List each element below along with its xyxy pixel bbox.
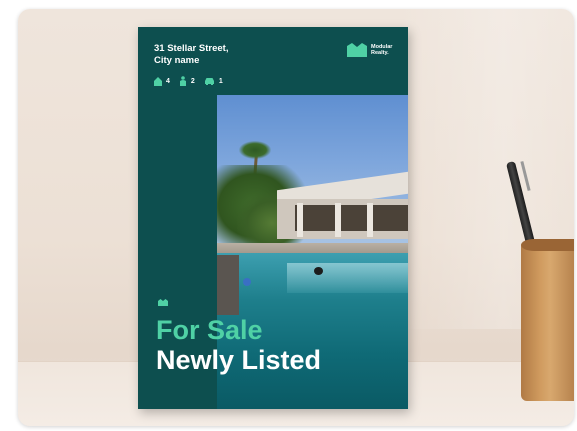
house-column <box>335 203 341 237</box>
brand-name: Modular Realty. <box>371 44 392 56</box>
real-estate-poster: 31 Stellar Street, City name 4 2 1 Modul… <box>138 27 408 409</box>
cup-rim <box>521 239 574 251</box>
house-column <box>297 203 303 237</box>
bathrooms-stat: 2 <box>179 76 195 86</box>
property-stats: 4 2 1 <box>154 75 223 87</box>
car-icon <box>204 78 214 85</box>
headline-for-sale: For Sale <box>156 315 263 345</box>
brand-line-2: Realty. <box>371 50 389 56</box>
pool-wall <box>217 255 239 315</box>
address-line-2: City name <box>154 55 200 66</box>
property-address: 31 Stellar Street, City name <box>154 43 304 67</box>
mockup-scene: 31 Stellar Street, City name 4 2 1 Modul… <box>18 9 574 426</box>
brand-icon <box>347 43 367 57</box>
bedrooms-stat: 4 <box>154 76 170 86</box>
person-icon <box>179 76 186 86</box>
garage-stat: 1 <box>204 77 223 85</box>
image-viewer: 31 Stellar Street, City name 4 2 1 Modul… <box>0 0 577 431</box>
house-column <box>367 203 373 237</box>
pool-ball <box>243 278 251 286</box>
house-patio <box>295 205 408 231</box>
bedrooms-value: 4 <box>166 77 170 85</box>
palm-leaves <box>239 141 271 159</box>
brand-mark-icon <box>158 299 168 306</box>
address-line-1: 31 Stellar Street, <box>154 43 229 54</box>
bathrooms-value: 2 <box>190 77 195 85</box>
brand-logo: Modular Realty. <box>347 43 392 57</box>
headline-newly-listed: Newly Listed <box>156 345 322 375</box>
pool-reflection <box>287 263 408 293</box>
pool-ball <box>314 267 323 275</box>
wooden-pen-cup <box>521 241 574 401</box>
garage-value: 1 <box>218 77 223 85</box>
house-icon <box>154 76 162 86</box>
